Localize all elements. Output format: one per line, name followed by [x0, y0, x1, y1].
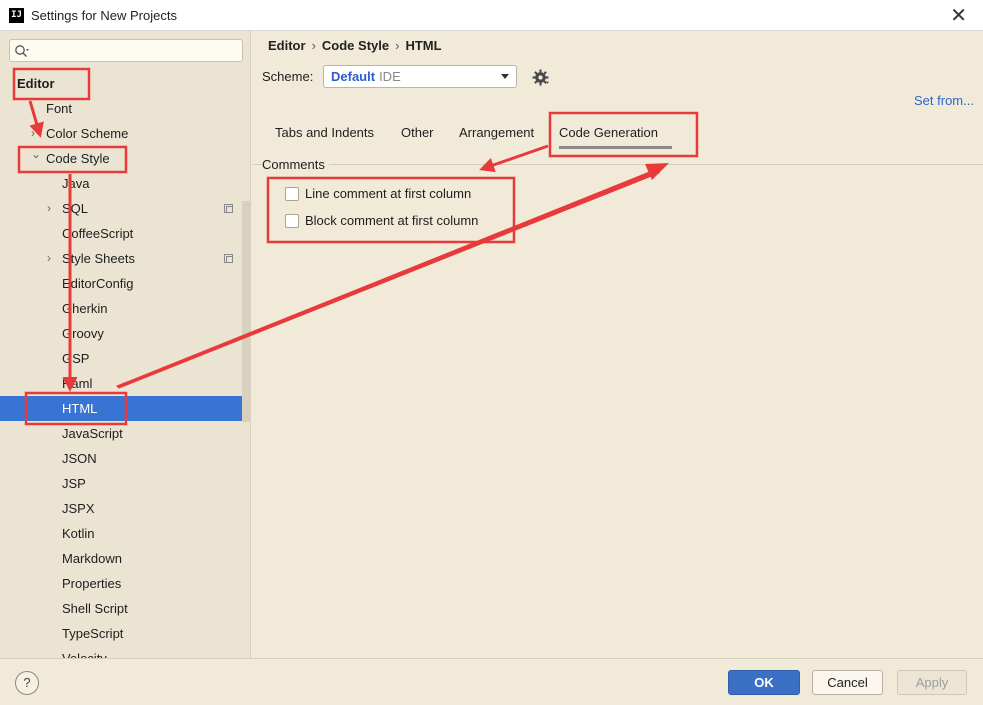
sidebar-item-label: HTML [62, 401, 98, 416]
breadcrumb: Editor › Code Style › HTML [268, 38, 442, 53]
sidebar-item-label: Style Sheets [62, 251, 135, 266]
checkbox-label: Block comment at first column [305, 213, 479, 228]
sidebar-item-label: Shell Script [62, 601, 128, 616]
sidebar-item-coffeescript[interactable]: CoffeeScript [0, 221, 250, 246]
sidebar-item-groovy[interactable]: Groovy [0, 321, 250, 346]
sidebar-item-properties[interactable]: Properties [0, 571, 250, 596]
sidebar-scrollbar[interactable] [242, 201, 250, 422]
sidebar-item-label: Markdown [62, 551, 122, 566]
scheme-label: Scheme: [262, 69, 314, 84]
sidebar-item-editorconfig[interactable]: EditorConfig [0, 271, 250, 296]
sidebar-item-label: CoffeeScript [62, 226, 134, 241]
sidebar-item-markdown[interactable]: Markdown [0, 546, 250, 571]
sidebar-item-editor[interactable]: Editor [0, 71, 250, 96]
checkbox-box[interactable] [285, 187, 299, 201]
sidebar-item-sql[interactable]: › SQL [0, 196, 250, 221]
sidebar-item-typescript[interactable]: TypeScript [0, 621, 250, 646]
sidebar-item-label: Gherkin [62, 301, 108, 316]
breadcrumb-separator: › [395, 38, 400, 53]
ok-button[interactable]: OK [728, 670, 800, 695]
tab-arrangement[interactable]: Arrangement [459, 123, 534, 149]
breadcrumb-item: Editor [268, 38, 306, 53]
search-input[interactable] [9, 39, 243, 62]
sidebar-item-haml[interactable]: Haml [0, 371, 250, 396]
settings-sidebar: Editor Font › Color Scheme ⌄ Code Style Java › S… [0, 31, 251, 658]
tab-code-generation[interactable]: Code Generation [559, 123, 672, 149]
title-bar: IJ Settings for New Projects ✕ [0, 0, 983, 31]
sidebar-item-java[interactable]: Java [0, 171, 250, 196]
tab-tabs-and-indents[interactable]: Tabs and Indents [275, 123, 374, 149]
sidebar-item-label: SQL [62, 201, 89, 216]
sidebar-item-label: Properties [62, 576, 122, 591]
breadcrumb-separator: › [311, 38, 316, 53]
sidebar-item-label: GSP [62, 351, 90, 366]
sidebar-item-velocity[interactable]: Velocity [0, 646, 250, 658]
tab-other[interactable]: Other [401, 123, 434, 149]
sidebar-item-label: Color Scheme [46, 126, 129, 141]
project-scope-icon [224, 254, 233, 263]
intellij-app-icon: IJ [9, 8, 24, 23]
apply-button[interactable]: Apply [897, 670, 967, 695]
chevron-down-icon [501, 74, 509, 79]
sidebar-item-gherkin[interactable]: Gherkin [0, 296, 250, 321]
scheme-suffix: IDE [379, 69, 401, 84]
scheme-dropdown[interactable]: Default IDE [323, 65, 517, 88]
sidebar-item-font[interactable]: Font [0, 96, 250, 121]
sidebar-item-javascript[interactable]: JavaScript [0, 421, 250, 446]
checkbox-label: Line comment at first column [305, 186, 472, 201]
checkbox-box[interactable] [285, 214, 299, 228]
comments-section-title: Comments [262, 157, 329, 172]
sidebar-item-json[interactable]: JSON [0, 446, 250, 471]
window-title: Settings for New Projects [31, 8, 177, 23]
breadcrumb-item: HTML [405, 38, 442, 53]
chevron-down-icon[interactable]: ⌄ [31, 142, 41, 167]
sidebar-item-shell-script[interactable]: Shell Script [0, 596, 250, 621]
sidebar-item-label: JSP [62, 476, 86, 491]
cancel-button[interactable]: Cancel [812, 670, 883, 695]
dialog-footer: ? OK Cancel Apply [0, 658, 983, 705]
close-icon[interactable]: ✕ [950, 3, 967, 28]
help-button[interactable]: ? [15, 671, 39, 695]
sidebar-item-label: Kotlin [62, 526, 95, 541]
sidebar-item-label: Editor [17, 76, 55, 91]
sidebar-item-gsp[interactable]: GSP [0, 346, 250, 371]
sidebar-item-jsp[interactable]: JSP [0, 471, 250, 496]
project-scope-icon [224, 204, 233, 213]
sidebar-item-label: Java [62, 176, 90, 191]
main-panel: Editor › Code Style › HTML Scheme: Default ID… [252, 31, 983, 658]
breadcrumb-item: Code Style [321, 38, 390, 53]
sidebar-item-code-style[interactable]: ⌄ Code Style [0, 146, 250, 171]
chevron-right-icon[interactable]: › [47, 196, 51, 221]
sidebar-item-jspx[interactable]: JSPX [0, 496, 250, 521]
chevron-right-icon[interactable]: › [47, 246, 51, 271]
sidebar-item-label: Velocity [62, 646, 107, 658]
sidebar-item-label: Font [46, 101, 73, 116]
sidebar-item-label: JavaScript [62, 426, 123, 441]
sidebar-item-label: JSON [62, 451, 97, 466]
sidebar-item-style-sheets[interactable]: › Style Sheets [0, 246, 250, 271]
scheme-value: Default [331, 69, 376, 84]
sidebar-item-label: EditorConfig [62, 276, 134, 291]
gear-icon[interactable] [532, 69, 549, 86]
set-from-link[interactable]: Set from... [914, 93, 974, 108]
sidebar-item-label: Haml [62, 376, 93, 391]
sidebar-item-label: Groovy [62, 326, 104, 341]
search-icon [15, 45, 29, 57]
comments-separator [252, 164, 983, 165]
sidebar-item-label: TypeScript [62, 626, 124, 641]
sidebar-item-kotlin[interactable]: Kotlin [0, 521, 250, 546]
sidebar-item-label: Code Style [46, 151, 110, 166]
sidebar-item-html[interactable]: HTML [0, 396, 250, 421]
sidebar-item-label: JSPX [62, 501, 95, 516]
